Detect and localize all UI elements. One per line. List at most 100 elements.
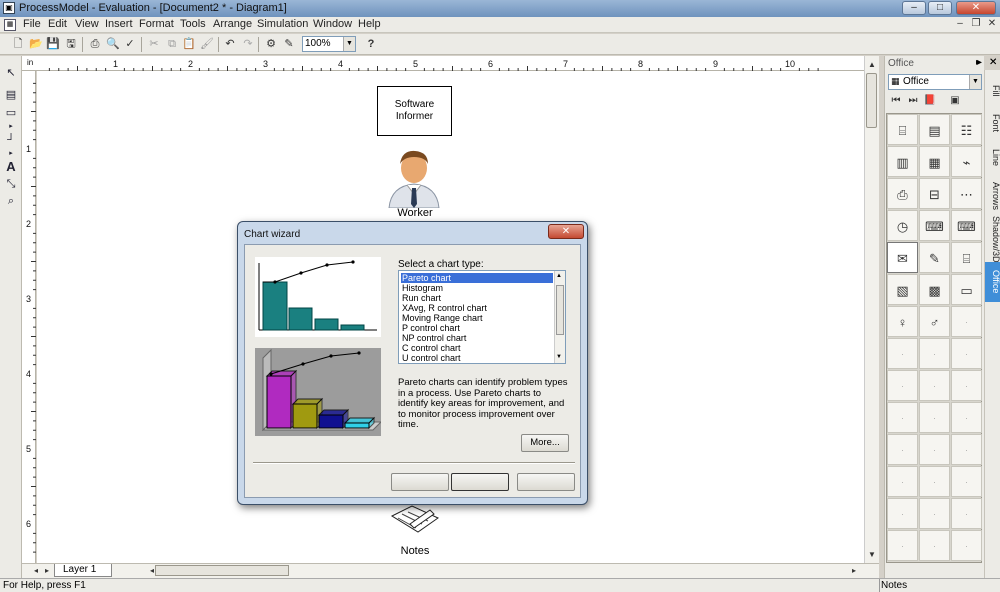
tab-arrows[interactable]: Arrows (985, 176, 1000, 216)
pointer-icon[interactable]: ↖ (3, 66, 19, 80)
menu-file[interactable]: File (23, 18, 41, 30)
chevron-down-icon[interactable]: ▼ (343, 37, 355, 51)
scanner-icon[interactable]: ▭ (951, 274, 982, 305)
partition-icon[interactable]: ▥ (887, 146, 918, 177)
router-icon[interactable]: ⋯ (951, 178, 982, 209)
list-item[interactable]: U control chart (401, 353, 553, 363)
undo-icon[interactable]: ↶ (222, 37, 238, 52)
horizontal-scrollbar[interactable]: ◂ ▸ ◂ ▸ (22, 563, 879, 578)
expand-arrow-icon[interactable]: ▸ (3, 120, 19, 134)
back-button[interactable] (391, 473, 449, 491)
menu-insert[interactable]: Insert (105, 18, 133, 30)
close-button[interactable]: ✕ (956, 1, 996, 15)
server-icon[interactable]: ▧ (887, 274, 918, 305)
calculator-icon[interactable]: ▩ (919, 274, 950, 305)
software-informer-shape[interactable]: Software Informer (377, 86, 452, 136)
menu-window[interactable]: Window (313, 18, 352, 30)
fax-icon[interactable]: ⌨ (919, 210, 950, 241)
scroll-down-icon[interactable]: ▼ (556, 354, 562, 360)
more-button[interactable]: More... (521, 434, 569, 452)
menu-simulation[interactable]: Simulation (257, 18, 308, 30)
cut-icon[interactable]: ✂ (146, 37, 162, 52)
person-male-icon[interactable]: ♂ (919, 306, 950, 337)
scroll-up-icon[interactable]: ▲ (556, 273, 562, 279)
library-select[interactable]: ▦ Office ▼ (888, 74, 982, 90)
list-item[interactable]: XAvg, R control chart (401, 303, 553, 313)
scroll-up-icon[interactable]: ▲ (866, 59, 878, 71)
vertical-scrollbar[interactable]: ▲ ▼ (864, 56, 879, 563)
menu-edit[interactable]: Edit (48, 18, 67, 30)
simulate-icon[interactable]: ⚙ (263, 37, 279, 52)
open-icon[interactable]: 📂 (28, 37, 44, 52)
clock-icon[interactable]: ◷ (887, 210, 918, 241)
desk-icon[interactable]: ⌸ (887, 114, 918, 145)
save-all-icon[interactable]: 🖫 (63, 37, 79, 52)
list-item[interactable]: Moving Range chart (401, 313, 553, 323)
shelf-icon[interactable]: ☷ (951, 114, 982, 145)
connector-icon[interactable]: ┘ (3, 133, 19, 147)
list-item[interactable]: Pareto chart (401, 273, 553, 283)
document-icon[interactable]: ▦ (4, 19, 16, 31)
panel-pin-icon[interactable]: ▸ (976, 57, 981, 68)
spellcheck-icon[interactable]: ✓ (122, 37, 138, 52)
text-tool-icon[interactable]: A (3, 160, 19, 174)
mdi-restore-button[interactable]: ❐ (969, 18, 983, 30)
tab-fill[interactable]: Fill (985, 76, 1000, 106)
zoom-select[interactable]: 100% ▼ (302, 36, 356, 52)
redo-icon[interactable]: ↷ (240, 37, 256, 52)
copier-icon[interactable]: ⊟ (919, 178, 950, 209)
chevron-down-icon[interactable]: ▼ (969, 75, 981, 89)
new-icon[interactable]: 🗋 (10, 37, 26, 52)
tab-shadow-3d[interactable]: Shadow/3D (985, 216, 1000, 263)
list-scroll-thumb[interactable] (556, 285, 564, 335)
safe-icon[interactable]: ▦ (919, 146, 950, 177)
typewriter-icon[interactable]: ⌸ (951, 242, 982, 273)
vertical-scroll-thumb[interactable] (866, 73, 877, 128)
copy-icon[interactable]: ⧉ (164, 37, 180, 52)
print-preview-icon[interactable]: 🔍 (105, 37, 121, 52)
layer-tab[interactable]: Layer 1 (54, 564, 112, 577)
library-forward-icon[interactable]: ⏭ (906, 94, 920, 107)
help-icon[interactable]: ? (363, 37, 379, 52)
format-painter-icon[interactable]: 🖌 (199, 37, 215, 52)
person-female-icon[interactable]: ♀ (887, 306, 918, 337)
phone-icon[interactable]: ⌁ (951, 146, 982, 177)
list-item[interactable]: NP control chart (401, 333, 553, 343)
pencil-icon[interactable]: ✎ (919, 242, 950, 273)
list-item[interactable]: P control chart (401, 323, 553, 333)
menu-help[interactable]: Help (358, 18, 381, 30)
text-box-icon[interactable]: ▤ (3, 88, 19, 102)
notes-icon[interactable] (390, 502, 440, 538)
cancel-button[interactable] (517, 473, 575, 491)
chart-type-list[interactable]: Pareto chart Histogram Run chart XAvg, R… (398, 270, 566, 364)
list-scrollbar[interactable]: ▲ ▼ (554, 271, 565, 363)
horizontal-scroll-thumb[interactable] (155, 565, 289, 576)
list-item[interactable]: Run chart (401, 293, 553, 303)
keyboard-icon[interactable]: ⌨ (951, 210, 982, 241)
save-icon[interactable]: 💾 (45, 37, 61, 52)
mdi-minimize-button[interactable]: – (953, 18, 967, 30)
pencil-icon[interactable]: ✎ (281, 37, 297, 52)
list-item[interactable]: C control chart (401, 343, 553, 353)
scroll-right-icon[interactable]: ▸ (848, 565, 860, 577)
panel-close-icon[interactable]: ✕ (989, 57, 997, 68)
tab-font[interactable]: Font (985, 106, 1000, 140)
library-save-icon[interactable]: 📕 (923, 94, 937, 107)
next-button[interactable] (451, 473, 509, 491)
rectangle-icon[interactable]: ▭ (3, 106, 19, 120)
paste-icon[interactable]: 📋 (181, 37, 197, 52)
tab-line[interactable]: Line (985, 140, 1000, 176)
menu-tools[interactable]: Tools (180, 18, 206, 30)
minimize-button[interactable]: – (902, 1, 926, 15)
scroll-down-icon[interactable]: ▼ (866, 549, 878, 561)
list-item[interactable]: Histogram (401, 283, 553, 293)
menu-format[interactable]: Format (139, 18, 174, 30)
notes-icon[interactable]: ✉ (887, 242, 918, 273)
resize-icon[interactable]: ⤡ (3, 177, 19, 191)
worker-person-icon[interactable] (385, 146, 443, 208)
scroll-right-icon[interactable]: ▸ (41, 565, 53, 577)
zoom-tool-icon[interactable]: ⌕ (3, 194, 19, 208)
maximize-button[interactable]: □ (928, 1, 952, 15)
printer-icon[interactable]: ⎙ (887, 178, 918, 209)
mdi-close-button[interactable]: ✕ (985, 18, 999, 30)
